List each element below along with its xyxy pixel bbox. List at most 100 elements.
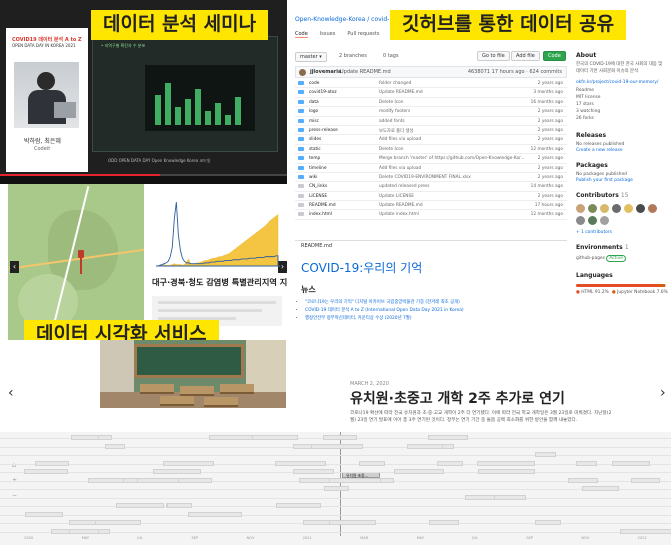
timeline-event[interactable] [359,460,386,466]
file-row[interactable]: logo modify footers 2 years ago [295,107,567,117]
file-name[interactable]: CN_links [309,184,327,189]
add-file-button[interactable]: Add file [511,51,540,61]
timeline-event[interactable] [436,460,464,466]
branch-count[interactable]: 2 branches [339,53,367,59]
timeline-event[interactable] [322,435,357,440]
file-row[interactable]: code folder changed 2 years ago [295,79,567,89]
goto-file-button[interactable]: Go to file [477,51,510,61]
timeline-event[interactable] [166,503,193,508]
tag-count[interactable]: 0 tags [383,53,399,59]
timeline-event[interactable] [299,477,330,483]
timeline-event[interactable] [292,469,335,474]
publish-package-link[interactable]: Publish your first package [576,178,633,185]
file-commit-msg[interactable]: 보도자료 폴더 생성 [379,128,413,134]
prev-slide-icon[interactable]: ‹ [10,261,19,273]
timeline-event[interactable] [310,443,363,449]
timeline-event[interactable] [34,460,70,466]
timeline-event[interactable] [464,494,496,500]
timeline-event[interactable] [87,477,125,483]
file-row[interactable]: CN_links updated released press 14 months … [295,182,567,192]
timeline-event[interactable] [324,486,349,491]
timeline-event[interactable] [568,477,598,483]
commit-message[interactable]: Update README.md [340,69,391,75]
file-name[interactable]: timeline [309,166,326,171]
file-name[interactable]: covid19-atoz [309,90,337,95]
tab-code[interactable]: Code [295,31,308,38]
news-item[interactable]: "코로나19는 우리의 기억" 디지털 아카이브 국립중앙박물관 기증 (한겨레… [305,299,464,307]
timeline-event[interactable] [274,460,326,466]
file-name[interactable]: LICENSE [309,194,327,199]
file-name[interactable]: logo [309,109,318,114]
timeline-event[interactable] [427,435,468,440]
timeline-event[interactable] [275,503,322,508]
file-name[interactable]: data [309,100,319,105]
commit-info[interactable]: 4638071 17 hours ago · 624 commits [468,69,562,75]
file-commit-msg[interactable]: updated released press [379,184,430,189]
timeline-event[interactable] [187,511,242,517]
stat-stars[interactable]: 17 stars [576,102,594,109]
timeline-event[interactable] [535,520,561,525]
about-link[interactable]: okfn.kr/project/covid-19-our-memory/ [576,80,658,87]
file-commit-msg[interactable]: Delete COVID19-ENVIRONMENT FINAL.xlsx [379,175,471,180]
timeline-event[interactable] [69,528,99,534]
region-map[interactable] [8,184,144,340]
file-row[interactable]: press-release 보도자료 폴더 생성 2 years ago [295,126,567,136]
timeline-event[interactable] [612,460,650,466]
file-name[interactable]: slides [309,137,321,142]
timeline-event[interactable] [162,460,215,466]
file-commit-msg[interactable]: Update LICENSE [379,194,414,199]
file-commit-msg[interactable]: Delete Icon [379,100,403,105]
timeline-event[interactable] [406,443,443,449]
timeline-event[interactable] [24,469,68,474]
file-commit-msg[interactable]: Add files via upload [379,137,421,142]
file-row[interactable]: misc added fonts 2 years ago [295,117,567,126]
stat-readme[interactable]: Readme [576,88,594,95]
prev-event-icon[interactable]: ‹ [8,385,14,401]
timeline-event[interactable] [478,469,536,474]
timeline-event[interactable] [94,520,142,525]
file-commit-msg[interactable]: Add files via upload [379,166,421,171]
file-name[interactable]: code [309,81,319,86]
stat-license[interactable]: MIT license [576,95,601,102]
tab-issues[interactable]: Issues [320,31,336,38]
file-row[interactable]: timeline Add files via upload 2 years ago [295,164,567,173]
timeline-event[interactable] [620,528,671,534]
next-event-icon[interactable]: › [660,385,666,401]
create-release-link[interactable]: Create a new release [576,148,623,155]
timeline-event[interactable] [329,520,377,525]
timeline-event[interactable] [429,520,459,525]
file-row[interactable]: covid19-atoz Update README.md 3 months ago [295,88,567,98]
commit-user[interactable]: jjlovemaria [310,69,341,75]
map-pin-icon[interactable] [78,250,84,274]
timeline-event[interactable] [153,469,201,474]
timeline-event[interactable] [631,477,661,483]
file-name[interactable]: static [309,147,321,152]
file-commit-msg[interactable]: Update index.html [379,212,419,217]
file-name[interactable]: temp [309,156,320,161]
code-button[interactable]: Code [543,51,566,61]
file-row[interactable]: LICENSE Update LICENSE 2 years ago [295,192,567,202]
timeline-event[interactable] [534,452,557,457]
timeline-event[interactable] [575,460,597,466]
timeline-event[interactable] [25,511,64,517]
file-name[interactable]: misc [309,119,319,124]
timeline-event[interactable] [137,477,180,483]
timeline-event[interactable] [208,435,253,440]
more-contributors-link[interactable]: + 1 contributors [576,230,612,237]
language-item[interactable]: ● Jupyter Notebook 7.6% [612,290,668,295]
file-commit-msg[interactable]: folder changed [379,81,411,86]
branch-selector[interactable]: master ▾ [295,52,327,62]
file-row[interactable]: wiki Delete COVID19-ENVIRONMENT FINAL.xls… [295,173,567,183]
tab-pull-requests[interactable]: Pull requests [347,31,379,38]
repo-name[interactable]: Open-Knowledge-Korea / covid- [295,16,389,23]
file-commit-msg[interactable]: modify footers [379,109,410,114]
timeline-event[interactable] [581,486,619,491]
file-commit-msg[interactable]: Update README.md [379,203,423,208]
file-row[interactable]: static Delete Icon 12 months ago [295,145,567,155]
timeline-event[interactable] [71,435,99,440]
contributor-avatars[interactable] [576,204,657,213]
file-commit-msg[interactable]: added fonts [379,119,405,124]
file-row[interactable]: data Delete Icon 16 months ago [295,98,567,108]
file-row[interactable]: temp Merge branch 'master' of https://git… [295,154,567,164]
file-commit-msg[interactable]: Update README.md [379,90,423,95]
